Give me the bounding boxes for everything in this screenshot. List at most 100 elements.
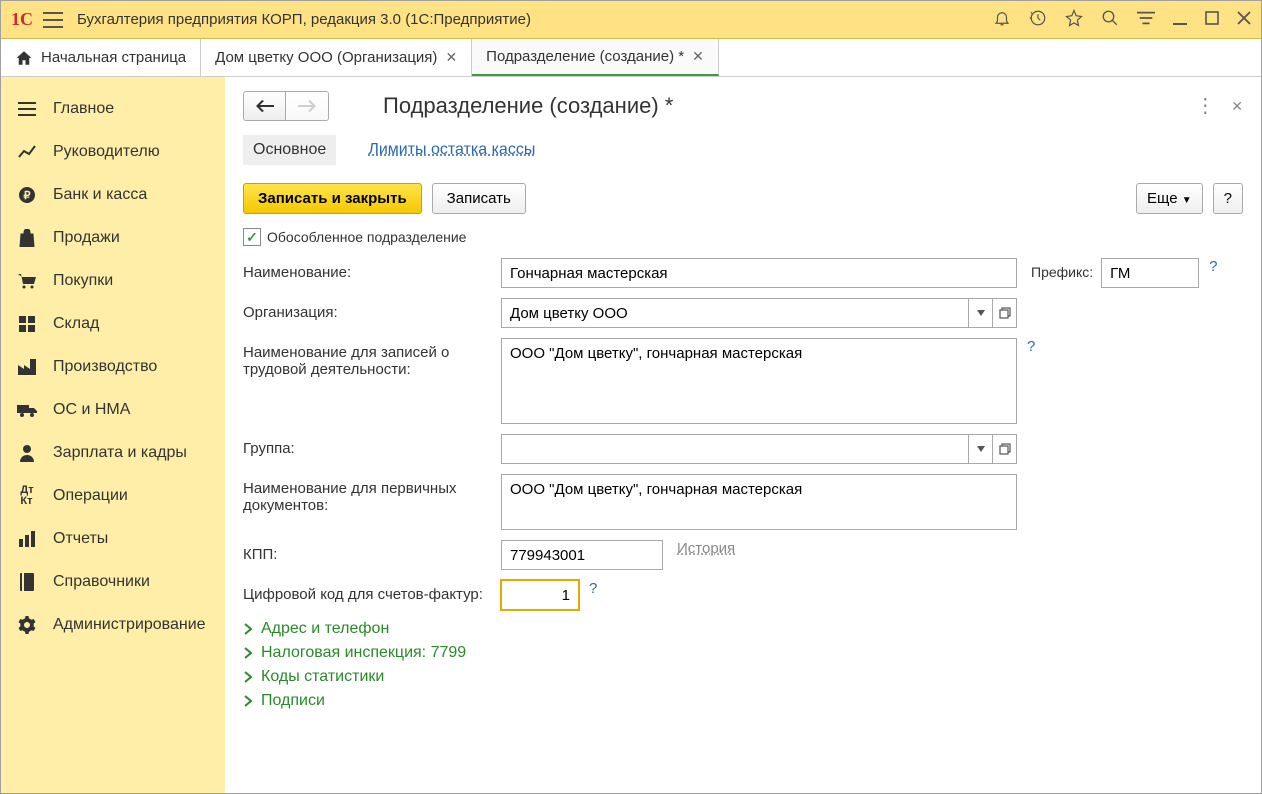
forward-button[interactable] bbox=[286, 92, 328, 120]
history-icon[interactable] bbox=[1029, 9, 1047, 30]
sidebar-label: Справочники bbox=[53, 573, 150, 591]
doc-name-input[interactable] bbox=[501, 474, 1017, 530]
digit-code-input[interactable] bbox=[501, 580, 579, 610]
cart-icon bbox=[15, 269, 39, 293]
bell-icon[interactable] bbox=[993, 9, 1011, 30]
search-icon[interactable] bbox=[1101, 9, 1119, 30]
expand-stat[interactable]: Коды статистики bbox=[243, 668, 1243, 686]
tab-close-icon[interactable]: ✕ bbox=[445, 49, 457, 66]
expand-tax[interactable]: Налоговая инспекция: 7799 bbox=[243, 644, 1243, 662]
person-icon bbox=[15, 441, 39, 465]
ruble-icon: ₽ bbox=[15, 183, 39, 207]
list-icon bbox=[15, 97, 39, 121]
dropdown-icon[interactable] bbox=[969, 298, 993, 328]
sidebar-label: ОС и НМА bbox=[53, 401, 130, 419]
titlebar-actions bbox=[993, 9, 1251, 30]
help-icon[interactable]: ? bbox=[1209, 258, 1217, 275]
tab-organization[interactable]: Дом цветку ООО (Организация) ✕ bbox=[201, 39, 472, 76]
prefix-input[interactable] bbox=[1101, 258, 1199, 288]
labor-name-input[interactable] bbox=[501, 338, 1017, 424]
kpp-label: КПП: bbox=[243, 540, 501, 563]
sidebar-item-warehouse[interactable]: Склад bbox=[1, 302, 225, 345]
history-link[interactable]: История bbox=[677, 540, 735, 557]
sidebar-item-salary[interactable]: Зарплата и кадры bbox=[1, 431, 225, 474]
sidebar-item-bank[interactable]: ₽ Банк и касса bbox=[1, 173, 225, 216]
more-label: Еще bbox=[1147, 190, 1178, 207]
sidebar-label: Главное bbox=[53, 100, 114, 118]
sidebar-item-operations[interactable]: ДтКт Операции bbox=[1, 474, 225, 517]
save-button[interactable]: Записать bbox=[432, 183, 526, 214]
sidebar-item-sales[interactable]: Продажи bbox=[1, 216, 225, 259]
sidebar-label: Продажи bbox=[53, 229, 120, 247]
sidebar-item-assets[interactable]: ОС и НМА bbox=[1, 388, 225, 431]
minimize-icon[interactable] bbox=[1173, 11, 1187, 28]
sidebar-item-main[interactable]: Главное bbox=[1, 87, 225, 130]
dropdown-icon[interactable] bbox=[969, 434, 993, 464]
titlebar: 1C Бухгалтерия предприятия КОРП, редакци… bbox=[1, 1, 1261, 39]
tab-bar: Начальная страница Дом цветку ООО (Орган… bbox=[1, 39, 1261, 77]
logo-1c: 1C bbox=[11, 9, 33, 30]
subtab-limits[interactable]: Лимиты остатка кассы bbox=[358, 135, 545, 165]
expand-label: Адрес и телефон bbox=[261, 620, 389, 638]
digit-code-label: Цифровой код для счетов-фактур: bbox=[243, 580, 501, 603]
sidebar: Главное Руководителю ₽ Банк и касса Прода… bbox=[1, 77, 225, 793]
close-icon[interactable] bbox=[1237, 11, 1251, 28]
name-label: Наименование: bbox=[243, 258, 501, 281]
tab-subdivision[interactable]: Подразделение (создание) * ✕ bbox=[472, 39, 719, 76]
chart-icon bbox=[15, 140, 39, 164]
sidebar-item-purchases[interactable]: Покупки bbox=[1, 259, 225, 302]
menu-icon[interactable] bbox=[43, 12, 63, 28]
main-content: Подразделение (создание) * ⋮ ✕ Основное … bbox=[225, 77, 1261, 793]
expand-label: Коды статистики bbox=[261, 668, 384, 686]
grid-icon bbox=[15, 312, 39, 336]
expand-label: Налоговая инспекция: 7799 bbox=[261, 644, 466, 662]
open-icon[interactable] bbox=[993, 298, 1017, 328]
subtab-main[interactable]: Основное bbox=[243, 135, 336, 165]
bars-icon bbox=[15, 527, 39, 551]
star-icon[interactable] bbox=[1065, 9, 1083, 30]
save-close-button[interactable]: Записать и закрыть bbox=[243, 183, 422, 214]
tab-home[interactable]: Начальная страница bbox=[1, 39, 201, 76]
sidebar-item-production[interactable]: Производство bbox=[1, 345, 225, 388]
sidebar-label: Склад bbox=[53, 315, 99, 333]
tab-subdiv-label: Подразделение (создание) * bbox=[486, 48, 684, 65]
expand-sign[interactable]: Подписи bbox=[243, 692, 1243, 710]
separate-division-checkbox[interactable]: ✓ bbox=[243, 228, 261, 246]
tab-close-icon[interactable]: ✕ bbox=[692, 48, 704, 65]
app-title: Бухгалтерия предприятия КОРП, редакция 3… bbox=[77, 11, 993, 28]
org-input[interactable] bbox=[501, 298, 969, 328]
sidebar-label: Покупки bbox=[53, 272, 113, 290]
sidebar-label: Администрирование bbox=[53, 616, 206, 634]
help-icon[interactable]: ? bbox=[589, 580, 597, 597]
sidebar-item-admin[interactable]: Администрирование bbox=[1, 603, 225, 646]
org-label: Организация: bbox=[243, 298, 501, 321]
sidebar-label: Зарплата и кадры bbox=[53, 444, 187, 462]
open-icon[interactable] bbox=[993, 434, 1017, 464]
sidebar-label: Отчеты bbox=[53, 530, 108, 548]
maximize-icon[interactable] bbox=[1205, 11, 1219, 28]
sidebar-item-reports[interactable]: Отчеты bbox=[1, 517, 225, 560]
debit-credit-icon: ДтКт bbox=[15, 484, 39, 508]
sidebar-label: Операции bbox=[53, 487, 128, 505]
sidebar-item-manager[interactable]: Руководителю bbox=[1, 130, 225, 173]
more-button[interactable]: Еще ▼ bbox=[1136, 183, 1203, 214]
expand-address[interactable]: Адрес и телефон bbox=[243, 620, 1243, 638]
sidebar-label: Банк и касса bbox=[53, 186, 147, 204]
group-input[interactable] bbox=[501, 434, 969, 464]
help-icon[interactable]: ? bbox=[1027, 338, 1035, 355]
truck-icon bbox=[15, 398, 39, 422]
help-button[interactable]: ? bbox=[1213, 183, 1243, 214]
filter-icon[interactable] bbox=[1137, 11, 1155, 28]
sidebar-label: Производство bbox=[53, 358, 157, 376]
expand-label: Подписи bbox=[261, 692, 325, 710]
kpp-input[interactable] bbox=[501, 540, 663, 570]
back-button[interactable] bbox=[244, 92, 286, 120]
checkbox-label: Обособленное подразделение bbox=[267, 229, 466, 245]
book-icon bbox=[15, 570, 39, 594]
name-input[interactable] bbox=[501, 258, 1017, 288]
more-menu-icon[interactable]: ⋮ bbox=[1195, 96, 1215, 116]
sidebar-item-directories[interactable]: Справочники bbox=[1, 560, 225, 603]
close-panel-icon[interactable]: ✕ bbox=[1231, 98, 1243, 115]
tab-home-label: Начальная страница bbox=[41, 49, 186, 66]
page-title: Подразделение (создание) * bbox=[383, 93, 1195, 119]
